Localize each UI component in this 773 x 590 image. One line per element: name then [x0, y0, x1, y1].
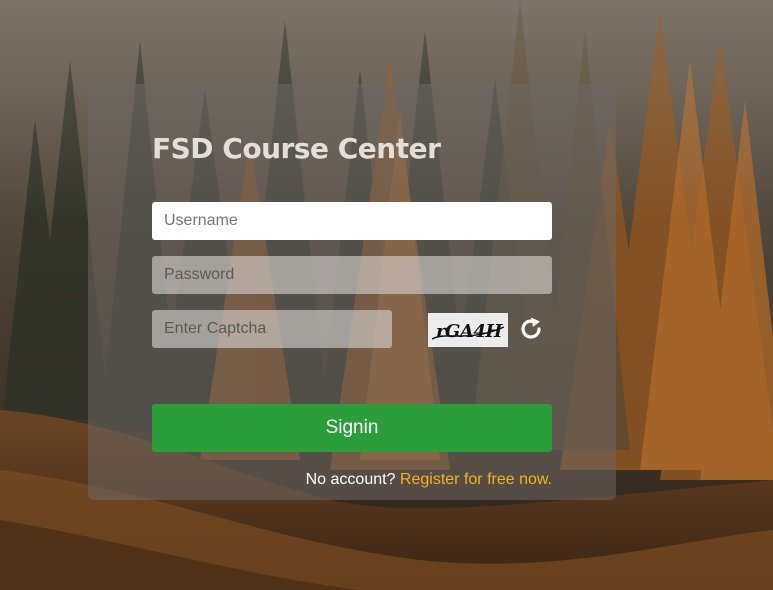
register-prompt-line: No account? Register for free now. — [306, 471, 552, 489]
refresh-icon[interactable] — [518, 316, 544, 342]
password-input[interactable] — [152, 256, 552, 294]
captcha-image: rGA4H — [428, 313, 508, 347]
login-card: FSD Course Center rGA4H Signin No accoun… — [88, 84, 616, 500]
captcha-input[interactable] — [152, 310, 392, 348]
username-input[interactable] — [152, 202, 552, 240]
app-title: FSD Course Center — [152, 132, 441, 165]
captcha-text: rGA4H — [436, 321, 503, 342]
signin-button[interactable]: Signin — [152, 404, 552, 452]
register-link[interactable]: Register for free now. — [400, 471, 552, 488]
register-prompt-text: No account? — [305, 471, 396, 488]
